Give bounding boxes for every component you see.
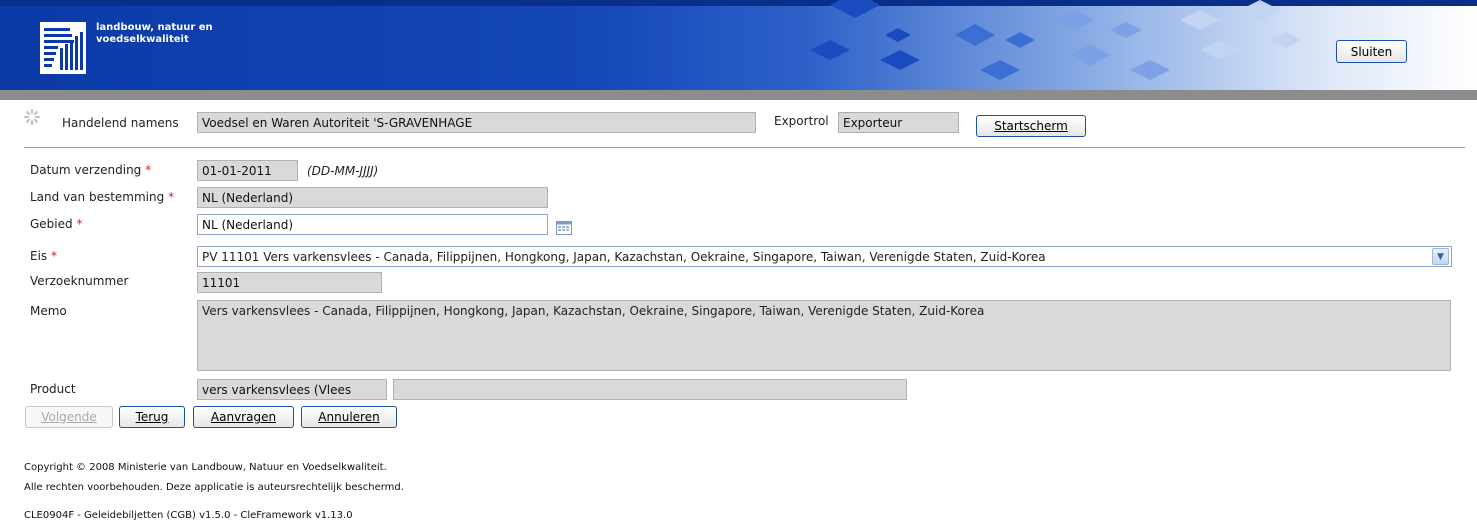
product-extra-field [393, 379, 907, 400]
apply-button[interactable]: Aanvragen [193, 406, 294, 428]
date-label-text: Datum verzending [30, 163, 142, 177]
date-label: Datum verzending * [30, 163, 151, 177]
section-divider [24, 147, 1465, 148]
memo-textarea[interactable]: Vers varkensvlees - Canada, Filippijnen,… [197, 300, 1451, 371]
request-number-label: Verzoeknummer [30, 274, 129, 288]
destination-field: NL (Nederland) [197, 187, 548, 208]
brand-line-2: voedselkwaliteit [96, 34, 189, 45]
close-button[interactable]: Sluiten [1336, 40, 1407, 63]
area-label: Gebied * [30, 217, 82, 231]
required-mark: * [51, 249, 57, 263]
calendar-icon[interactable] [556, 221, 572, 235]
brand-line-1: landbouw, natuur en [96, 22, 213, 33]
acting-on-behalf-field: Voedsel en Waren Autoriteit 'S-GRAVENHAG… [197, 112, 756, 133]
footer-copyright: Copyright © 2008 Ministerie van Landbouw… [24, 462, 387, 473]
ministry-logo [40, 22, 86, 74]
footer-version: CLE0904F - Geleidebiljetten (CGB) v1.5.0… [24, 510, 353, 521]
next-label: Volgende [41, 410, 97, 424]
acting-on-behalf-label: Handelend namens [62, 116, 179, 130]
footer-rights: Alle rechten voorbehouden. Deze applicat… [24, 482, 404, 493]
product-field: vers varkensvlees (Vlees [197, 379, 387, 400]
export-role-field: Exporteur [838, 112, 959, 133]
destination-label-text: Land van bestemming [30, 190, 165, 204]
requirement-label: Eis * [30, 249, 57, 263]
header-divider-bar [0, 90, 1477, 100]
start-screen-button[interactable]: Startscherm [976, 115, 1086, 137]
loading-spinner-icon [24, 109, 40, 125]
requirement-label-text: Eis [30, 249, 48, 263]
date-field[interactable]: 01-01-2011 [197, 160, 298, 181]
memo-label: Memo [30, 304, 67, 318]
back-label: Terug [135, 410, 169, 424]
decorative-diamonds [810, 0, 1302, 80]
export-role-label: Exportrol [774, 114, 829, 128]
destination-label: Land van bestemming * [30, 190, 174, 204]
cancel-label: Annuleren [318, 410, 380, 424]
request-number-field: 11101 [197, 272, 382, 293]
back-button[interactable]: Terug [119, 406, 185, 428]
chevron-down-icon[interactable]: ▼ [1432, 248, 1449, 265]
brand-text: landbouw, natuur en voedselkwaliteit [96, 22, 213, 46]
apply-label: Aanvragen [210, 410, 277, 424]
date-format-hint: (DD-MM-JJJJ) [307, 164, 379, 178]
cancel-button[interactable]: Annuleren [301, 406, 397, 428]
requirement-select[interactable]: PV 11101 Vers varkensvlees - Canada, Fil… [197, 246, 1452, 267]
area-label-text: Gebied [30, 217, 73, 231]
area-input[interactable]: NL (Nederland) [197, 214, 548, 235]
product-label: Product [30, 382, 76, 396]
required-mark: * [145, 163, 152, 177]
required-mark: * [168, 190, 175, 204]
header-banner: landbouw, natuur en voedselkwaliteit Slu [0, 0, 1477, 90]
next-button[interactable]: Volgende [25, 406, 113, 428]
start-screen-label: Startscherm [994, 119, 1068, 133]
required-mark: * [76, 217, 83, 231]
